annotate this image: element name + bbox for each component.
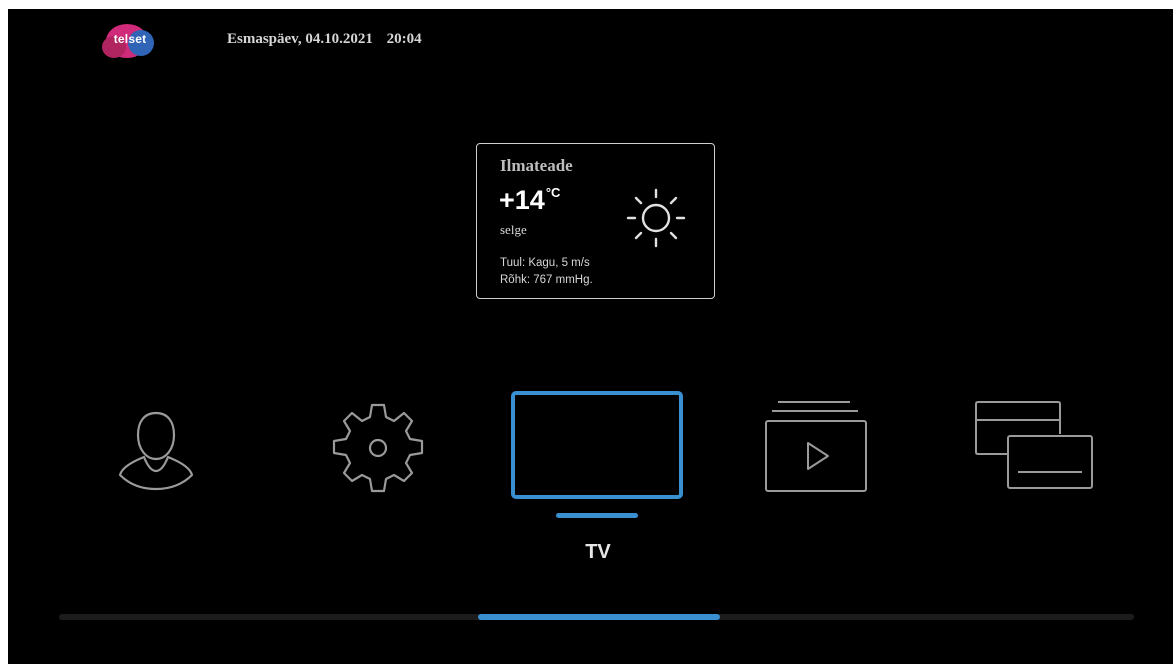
video-library-icon <box>762 399 870 493</box>
tv-icon <box>510 390 686 522</box>
logo-text: telset <box>113 32 147 46</box>
temperature-unit: °C <box>545 185 561 200</box>
menu-item-tv[interactable] <box>510 390 686 522</box>
settings-gear-icon <box>328 399 428 501</box>
telset-logo: telset <box>100 22 160 64</box>
menu-item-profile[interactable] <box>116 407 196 497</box>
weather-title: Ilmateade <box>500 156 573 175</box>
menu-item-videos[interactable] <box>762 399 870 493</box>
tv-home-screen: telset Esmaspäev, 04.10.2021 20:04 Ilmat… <box>8 9 1173 664</box>
profile-icon <box>116 407 196 497</box>
weather-pressure: Rõhk: 767 mmHg. <box>500 274 593 286</box>
temperature-value: +14 <box>499 185 545 215</box>
apps-cards-icon <box>972 400 1098 492</box>
weather-wind: Tuul: Kagu, 5 m/s <box>500 257 590 269</box>
menu-scrollbar-thumb[interactable] <box>478 614 720 620</box>
menu-item-apps[interactable] <box>972 400 1098 492</box>
time-text: 20:04 <box>386 31 422 47</box>
menu-scrollbar[interactable] <box>59 614 1134 620</box>
selected-menu-label: TV <box>585 541 611 563</box>
weather-widget[interactable]: Ilmateade +14°C selge Tuul: Kagu, 5 m/s … <box>476 143 715 299</box>
date-text: Esmaspäev, 04.10.2021 <box>227 31 373 47</box>
sun-icon <box>620 182 692 254</box>
menu-item-settings[interactable] <box>328 399 428 501</box>
weather-condition: selge <box>500 222 527 237</box>
weather-temperature: +14°C <box>499 185 560 216</box>
date-time: Esmaspäev, 04.10.2021 20:04 <box>227 31 422 48</box>
